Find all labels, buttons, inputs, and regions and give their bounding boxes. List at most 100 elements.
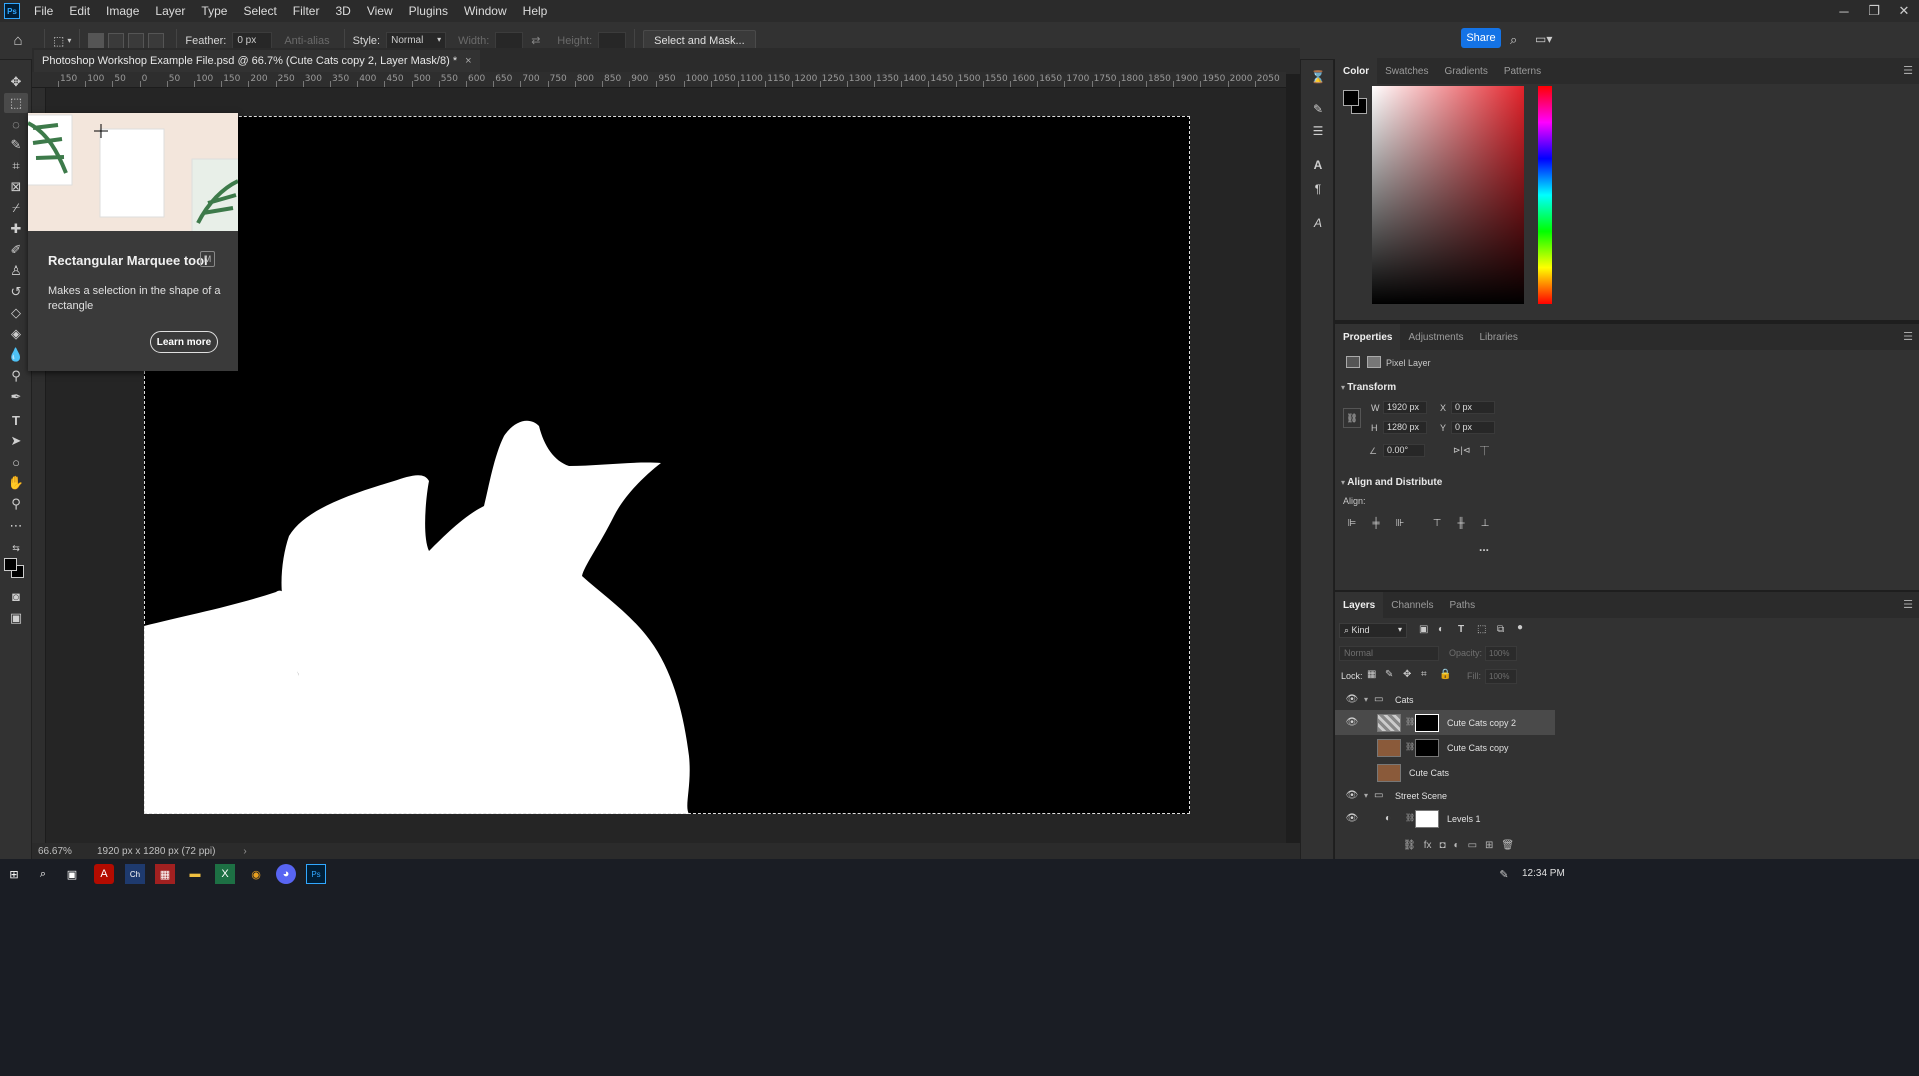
quick-selection-tool-icon[interactable]: ✎ (4, 135, 28, 155)
menu-image[interactable]: Image (98, 0, 147, 22)
align-left-icon[interactable]: ⊫ (1345, 516, 1359, 530)
subtract-selection-icon[interactable] (128, 32, 145, 49)
filter-shape-icon[interactable]: ⬚ (1477, 624, 1486, 635)
flip-vertical-icon[interactable]: ⏉ (1480, 444, 1489, 457)
zoom-level[interactable]: 66.67% (38, 846, 93, 857)
file-explorer-icon[interactable]: ▬ (185, 864, 205, 884)
align-section-header[interactable]: ▾ Align and Distribute (1341, 477, 1442, 488)
history-brush-tool-icon[interactable]: ↺ (4, 282, 28, 302)
layer-row-street-scene-group[interactable]: 👁 ▾ ▭ Street Scene (1335, 783, 1555, 808)
visibility-eye-icon[interactable]: 👁 (1345, 789, 1359, 803)
layer-row-cute-cats-copy[interactable]: ⛓ Cute Cats copy (1335, 735, 1555, 760)
layer-row-levels-1[interactable]: 👁 ◐ ⛓ Levels 1 (1335, 806, 1555, 831)
menu-3d[interactable]: 3D (327, 0, 358, 22)
lock-position-icon[interactable]: ✥ (1403, 669, 1411, 680)
taskbar-clock[interactable]: 12:34 PM (1522, 868, 1565, 879)
link-layers-icon[interactable]: ⛓ (1403, 840, 1416, 851)
home-icon[interactable]: ⌂ (0, 32, 36, 49)
add-selection-icon[interactable] (108, 32, 125, 49)
flip-horizontal-icon[interactable]: ⊳|⊲ (1453, 445, 1470, 456)
pen-tray-icon[interactable]: ✎ (1494, 864, 1514, 884)
tab-properties[interactable]: Properties (1335, 324, 1401, 350)
foreground-color-swatch[interactable] (4, 558, 17, 571)
layer-filter-select[interactable]: ⌕ Kind ▾ (1339, 623, 1407, 638)
visibility-eye-icon[interactable]: 👁 (1345, 716, 1359, 730)
visibility-off-icon[interactable] (1345, 766, 1359, 780)
filter-pixel-icon[interactable]: ▣ (1419, 624, 1428, 635)
menu-help[interactable]: Help (515, 0, 556, 22)
menu-view[interactable]: View (359, 0, 401, 22)
chrome-icon[interactable]: ◉ (246, 864, 266, 884)
panel-menu-icon[interactable]: ☰ (1903, 598, 1913, 611)
layer-mask-thumbnail[interactable] (1415, 713, 1439, 732)
more-options-button[interactable]: ... (1479, 540, 1489, 554)
color-foreground-swatch[interactable] (1343, 90, 1359, 106)
menu-type[interactable]: Type (193, 0, 235, 22)
status-menu-arrow[interactable]: › (243, 846, 246, 857)
menu-select[interactable]: Select (235, 0, 284, 22)
chevron-down-icon[interactable]: ▾ (1364, 791, 1368, 800)
zoom-tool-icon[interactable]: ⚲ (4, 494, 28, 514)
healing-brush-tool-icon[interactable]: ✚ (4, 219, 28, 239)
align-right-icon[interactable]: ⊪ (1393, 516, 1407, 530)
lasso-tool-icon[interactable]: ◌ (4, 114, 28, 134)
width-prop-input[interactable]: 1920 px (1383, 401, 1427, 414)
tab-channels[interactable]: Channels (1383, 592, 1441, 618)
menu-edit[interactable]: Edit (61, 0, 98, 22)
layer-row-cute-cats-copy-2[interactable]: 👁 ⛓ Cute Cats copy 2 (1335, 710, 1555, 735)
tab-adjustments[interactable]: Adjustments (1400, 324, 1471, 350)
filter-toggle-icon[interactable]: ● (1517, 622, 1523, 633)
align-horizontal-center-icon[interactable]: ╪ (1369, 516, 1383, 530)
marquee-preset-icon[interactable]: ⬚ ▾ (53, 34, 71, 48)
height-input[interactable] (598, 31, 627, 50)
feather-input[interactable]: 0 px (232, 31, 273, 50)
photoshop-taskbar-icon[interactable]: Ps (306, 864, 326, 884)
rectangular-marquee-tool-icon[interactable]: ⬚ (4, 93, 28, 113)
type-tool-icon[interactable]: T (4, 410, 28, 430)
dodge-tool-icon[interactable]: ⚲ (4, 366, 28, 386)
visibility-eye-icon[interactable]: 👁 (1345, 693, 1359, 707)
layer-style-icon[interactable]: fx (1424, 840, 1432, 851)
workspace-icon[interactable]: ▭▾ (1535, 32, 1552, 46)
new-adjustment-icon[interactable]: ◐ (1454, 840, 1460, 851)
menu-plugins[interactable]: Plugins (401, 0, 456, 22)
task-view-icon[interactable]: ▣ (62, 864, 82, 884)
path-selection-tool-icon[interactable]: ➤ (4, 431, 28, 451)
fill-input[interactable]: 100% (1485, 669, 1517, 684)
move-tool-icon[interactable]: ✥ (4, 72, 28, 92)
tab-color[interactable]: Color (1335, 58, 1378, 84)
eraser-tool-icon[interactable]: ◇ (4, 303, 28, 323)
align-top-icon[interactable]: ⊤ (1430, 516, 1444, 530)
style-select[interactable]: Normal ▾ (386, 31, 447, 50)
filter-smart-object-icon[interactable]: ⧉ (1497, 624, 1504, 635)
acrobat-icon[interactable]: A (94, 864, 114, 884)
lock-all-icon[interactable]: 🔒 (1439, 669, 1451, 680)
restore-icon[interactable]: ❐ (1859, 0, 1889, 22)
hand-tool-icon[interactable]: ✋ (4, 473, 28, 493)
transform-section-header[interactable]: ▾ Transform (1341, 382, 1396, 393)
share-button[interactable]: Share (1461, 28, 1501, 48)
link-icon[interactable]: ⛓ (1343, 408, 1361, 428)
new-group-icon[interactable]: ▭ (1468, 840, 1477, 851)
swap-icon[interactable]: ⇄ (531, 34, 541, 47)
tab-gradients[interactable]: Gradients (1436, 58, 1495, 84)
brush-settings-icon[interactable]: ✎ (1309, 100, 1327, 118)
layer-mask-thumbnail[interactable] (1415, 809, 1439, 828)
eyedropper-tool-icon[interactable]: ⌿ (4, 198, 28, 218)
learn-more-button[interactable]: Learn more (150, 331, 218, 353)
panel-menu-icon[interactable]: ☰ (1903, 64, 1913, 77)
delete-layer-icon[interactable]: 🗑 (1501, 840, 1514, 851)
adjustments-icon[interactable]: ☰ (1309, 122, 1327, 140)
angle-input[interactable]: 0.00° (1383, 444, 1425, 457)
color-picker-field[interactable] (1372, 86, 1524, 304)
blend-mode-select[interactable]: Normal (1339, 646, 1439, 661)
clone-stamp-tool-icon[interactable]: ♙ (4, 261, 28, 281)
paint-bucket-tool-icon[interactable]: ◈ (4, 324, 28, 344)
tab-patterns[interactable]: Patterns (1496, 58, 1549, 84)
quick-mask-icon[interactable]: ◙ (4, 586, 28, 606)
hue-slider[interactable] (1538, 86, 1552, 304)
mask-link-icon[interactable]: ⛓ (1405, 742, 1415, 754)
visibility-off-icon[interactable] (1345, 741, 1359, 755)
chevron-down-icon[interactable]: ▾ (1364, 695, 1368, 704)
align-vertical-center-icon[interactable]: ╫ (1454, 516, 1468, 530)
